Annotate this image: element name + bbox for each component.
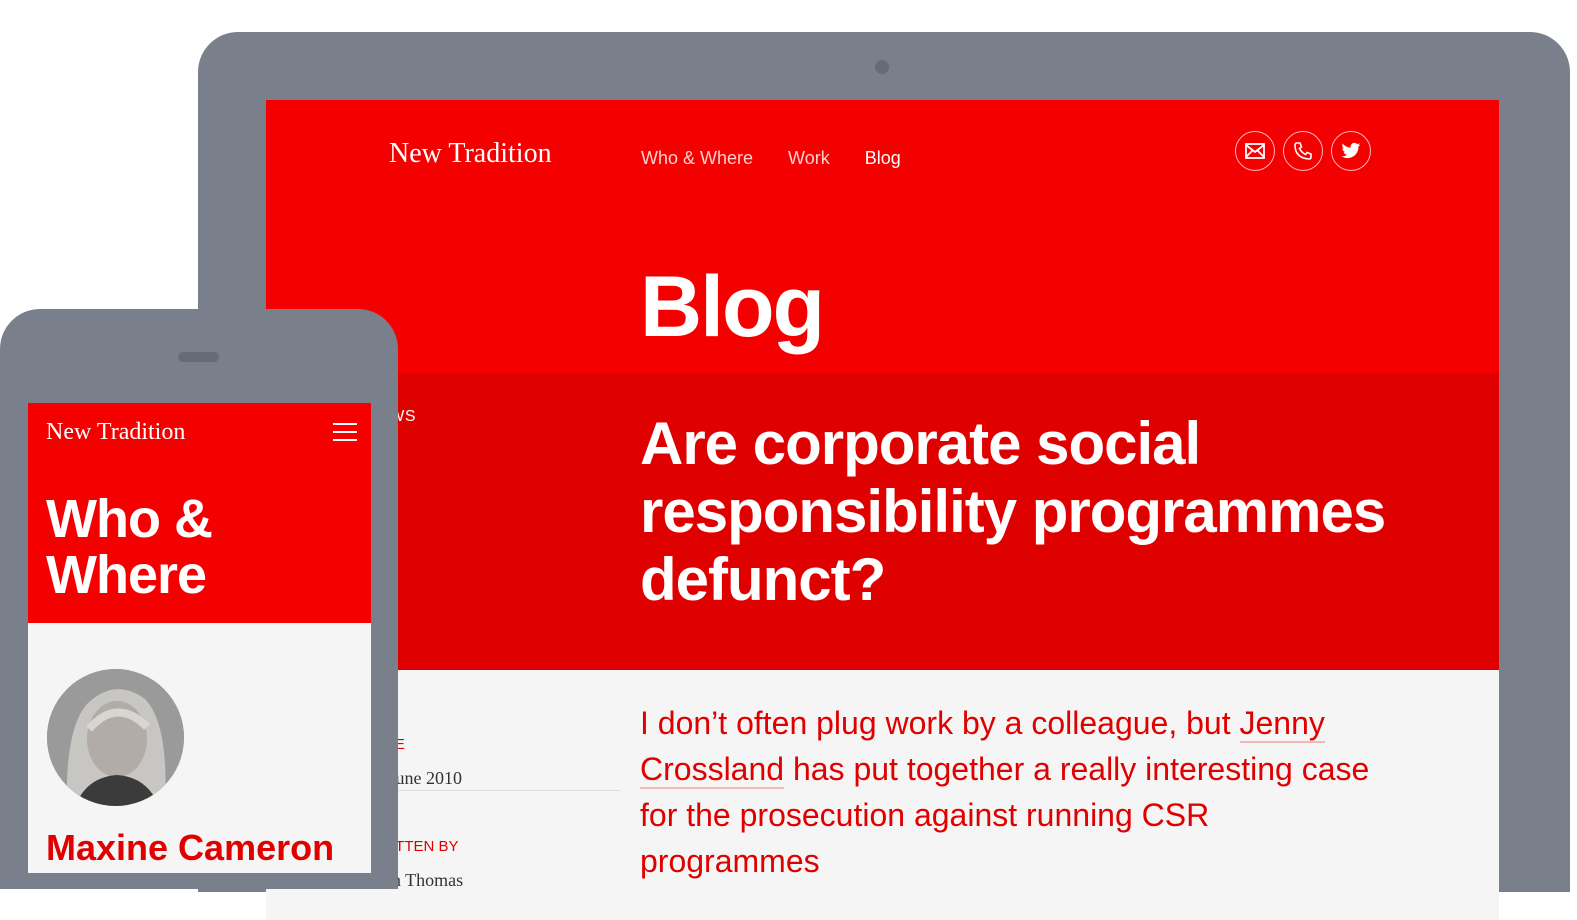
intro-text-start: I don’t often plug work by a colleague, … xyxy=(640,705,1240,741)
portrait-image xyxy=(47,669,184,806)
phone-device: New Tradition Who & Where Maxine Cameron xyxy=(0,309,398,889)
tablet-camera xyxy=(875,60,889,74)
email-button[interactable] xyxy=(1235,131,1275,171)
main-nav: Who & Where Work Blog xyxy=(641,148,901,169)
site-header: New Tradition Who & Where Work Blog Blog xyxy=(266,100,1499,374)
site-logo[interactable]: New Tradition xyxy=(389,138,552,170)
nav-item-work[interactable]: Work xyxy=(788,148,830,169)
meta-divider xyxy=(366,790,620,791)
post-header: NEWS Are corporate social responsibility… xyxy=(266,374,1499,670)
profile-name: Maxine Cameron xyxy=(46,827,335,868)
tablet-screen: New Tradition Who & Where Work Blog Blog xyxy=(266,100,1499,920)
phone-icon xyxy=(1294,142,1312,160)
nav-item-blog[interactable]: Blog xyxy=(865,148,901,169)
email-icon xyxy=(1245,143,1265,159)
page-title: Blog xyxy=(640,259,825,355)
mobile-header: New Tradition Who & Where xyxy=(28,403,371,623)
phone-screen: New Tradition Who & Where Maxine Cameron xyxy=(28,403,371,873)
post-headline: Are corporate social responsibility prog… xyxy=(640,410,1386,613)
phone-button[interactable] xyxy=(1283,131,1323,171)
hamburger-icon[interactable] xyxy=(333,423,357,441)
twitter-button[interactable] xyxy=(1331,131,1371,171)
twitter-icon xyxy=(1341,142,1361,159)
tablet-device: New Tradition Who & Where Work Blog Blog xyxy=(198,32,1570,920)
nav-item-who-where[interactable]: Who & Where xyxy=(641,148,753,169)
avatar xyxy=(47,669,184,806)
social-links xyxy=(1235,131,1371,171)
phone-speaker xyxy=(178,352,219,362)
mobile-page-title: Who & Where xyxy=(46,489,213,605)
mobile-logo[interactable]: New Tradition xyxy=(46,419,185,446)
post-intro: I don’t often plug work by a colleague, … xyxy=(640,700,1380,884)
